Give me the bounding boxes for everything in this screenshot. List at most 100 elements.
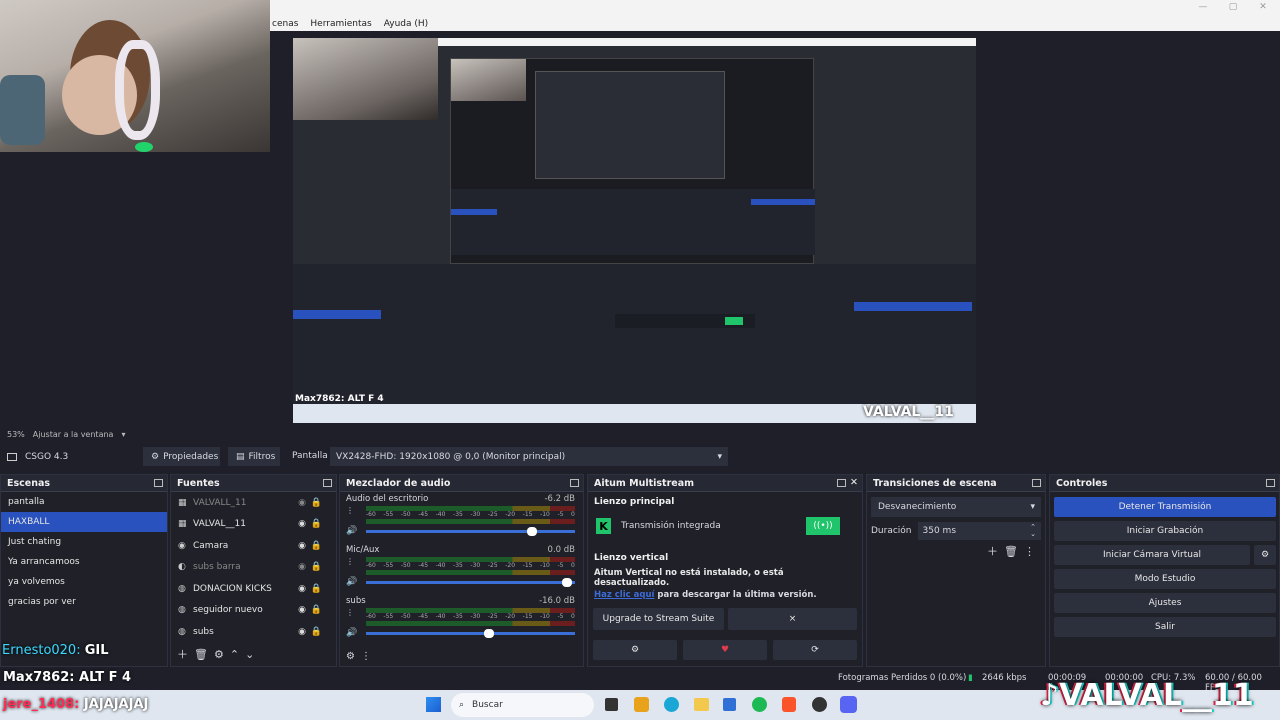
- studio-mode-button[interactable]: Modo Estudio: [1054, 569, 1276, 589]
- visibility-icon[interactable]: ◉: [298, 541, 306, 551]
- undock-icon[interactable]: [154, 479, 163, 487]
- volume-slider[interactable]: [366, 526, 575, 536]
- filters-label: Filtros: [248, 451, 276, 462]
- volume-slider[interactable]: [366, 577, 575, 587]
- speaker-icon[interactable]: 🔊: [346, 526, 358, 536]
- edge-icon[interactable]: [664, 697, 679, 712]
- more-icon[interactable]: ⋮: [346, 608, 358, 617]
- donate-button[interactable]: ♥: [683, 640, 767, 660]
- visibility-icon[interactable]: ◉: [298, 562, 306, 572]
- speaker-icon[interactable]: 🔊: [346, 628, 358, 638]
- trash-icon[interactable]: 🗑: [194, 648, 208, 661]
- copilot-icon[interactable]: [634, 697, 649, 712]
- volume-slider-knob[interactable]: [527, 526, 537, 536]
- refresh-button[interactable]: ⟳: [773, 640, 857, 660]
- exit-button[interactable]: Salir: [1054, 617, 1276, 637]
- arrow-up-icon[interactable]: ⌃: [230, 648, 239, 661]
- visibility-icon[interactable]: ◉: [298, 605, 306, 615]
- close-window-icon[interactable]: ✕: [1256, 2, 1270, 12]
- dismiss-button[interactable]: ×: [728, 608, 857, 630]
- source-item[interactable]: ▦ VALVAL__11 ◉ 🔒: [171, 514, 336, 536]
- minimize-icon[interactable]: —: [1196, 2, 1210, 12]
- volume-slider-knob[interactable]: [484, 628, 494, 638]
- mixer-channel: subs -16.0 dB ⋮ -60 -55 -50 -45 -40 -35 -30 -25 -20…: [340, 594, 583, 645]
- scene-item-selected[interactable]: HAXBALL: [1, 512, 167, 532]
- taskbar-search[interactable]: ⌕ Buscar: [451, 693, 594, 717]
- source-item[interactable]: ◉ Camara ◉ 🔒: [171, 535, 336, 557]
- store-icon[interactable]: [723, 698, 736, 711]
- settings-button[interactable]: ⚙: [593, 640, 677, 660]
- lock-icon[interactable]: 🔒: [311, 519, 322, 529]
- menu-scenes[interactable]: cenas: [272, 19, 298, 29]
- meter-tick: -45: [418, 613, 429, 620]
- windows-start-icon[interactable]: [426, 697, 441, 712]
- lock-icon[interactable]: 🔒: [311, 562, 322, 572]
- settings-button[interactable]: Ajustes: [1054, 593, 1276, 613]
- scene-item[interactable]: ya volvemos: [1, 572, 167, 592]
- obs-icon[interactable]: [812, 697, 827, 712]
- more-icon[interactable]: ⋮: [346, 557, 358, 566]
- scene-item[interactable]: Ya arrancamoos: [1, 552, 167, 572]
- duration-input[interactable]: 350 ms ⌃ ⌄: [917, 522, 1041, 540]
- visibility-icon[interactable]: ◉: [298, 627, 306, 637]
- lock-icon[interactable]: 🔒: [311, 605, 322, 615]
- menu-tools[interactable]: Herramientas: [310, 19, 371, 29]
- maximize-icon[interactable]: ▢: [1226, 2, 1240, 12]
- gear-icon[interactable]: ⚙: [214, 648, 224, 661]
- close-icon[interactable]: ✕: [850, 477, 858, 488]
- brave-icon[interactable]: [782, 697, 796, 712]
- task-view-icon[interactable]: [605, 698, 618, 711]
- menu-help[interactable]: Ayuda (H): [384, 19, 428, 29]
- undock-icon[interactable]: [570, 479, 579, 487]
- channel-header: subs -16.0 dB: [346, 596, 575, 606]
- speaker-icon[interactable]: 🔊: [346, 577, 358, 587]
- volume-slider[interactable]: [366, 628, 575, 638]
- spinner-icon[interactable]: ⌃ ⌄: [1030, 524, 1036, 538]
- start-recording-button[interactable]: Iniciar Grabación: [1054, 521, 1276, 541]
- source-item[interactable]: ◐ subs barra ◉ 🔒: [171, 557, 336, 579]
- visibility-icon[interactable]: ◉: [298, 498, 306, 508]
- arrow-down-icon[interactable]: ⌄: [245, 648, 254, 661]
- virtual-camera-settings-button[interactable]: ⚙: [1254, 545, 1276, 565]
- file-explorer-icon[interactable]: [694, 698, 709, 711]
- undock-icon[interactable]: [323, 479, 332, 487]
- visibility-icon[interactable]: ◉: [298, 584, 306, 594]
- virtual-camera-button[interactable]: Iniciar Cámara Virtual: [1054, 545, 1250, 565]
- properties-button[interactable]: ⚙ Propiedades: [143, 447, 220, 466]
- more-icon[interactable]: ⋮: [1024, 545, 1035, 558]
- lock-icon[interactable]: 🔒: [311, 498, 322, 508]
- scene-item[interactable]: gracias por ver: [1, 592, 167, 612]
- visibility-icon[interactable]: ◉: [298, 519, 306, 529]
- more-icon[interactable]: ⋮: [361, 651, 371, 662]
- lock-icon[interactable]: 🔒: [311, 627, 322, 637]
- gear-icon[interactable]: ⚙: [346, 651, 355, 662]
- scene-item[interactable]: Just chating: [1, 532, 167, 552]
- undock-icon[interactable]: [1032, 479, 1041, 487]
- add-icon[interactable]: ＋: [177, 646, 188, 662]
- program-preview[interactable]: Max7862: ALT F 4 VALVAL__11: [293, 38, 976, 423]
- trash-icon[interactable]: 🗑: [1004, 545, 1018, 558]
- monitor-select[interactable]: VX2428-FHD: 1920x1080 @ 0,0 (Monitor pri…: [330, 447, 728, 466]
- filters-button[interactable]: ▤ Filtros: [228, 447, 280, 466]
- live-toggle-icon[interactable]: ((•)): [806, 517, 840, 535]
- volume-slider-knob[interactable]: [562, 577, 572, 587]
- discord-icon[interactable]: [840, 696, 857, 713]
- source-item[interactable]: ◍ DONACION KICKS ◉ 🔒: [171, 578, 336, 600]
- spotify-icon[interactable]: [752, 697, 767, 712]
- source-item[interactable]: ◍ subs ◉ 🔒: [171, 621, 336, 643]
- source-item[interactable]: ◍ seguidor nuevo ◉ 🔒: [171, 600, 336, 622]
- lock-icon[interactable]: 🔒: [311, 584, 322, 594]
- undock-icon[interactable]: [1266, 479, 1275, 487]
- lock-icon[interactable]: 🔒: [311, 541, 322, 551]
- undock-icon[interactable]: [837, 479, 846, 487]
- scene-item[interactable]: pantalla: [1, 492, 167, 512]
- add-icon[interactable]: ＋: [987, 543, 998, 559]
- more-icon[interactable]: ⋮: [346, 506, 358, 515]
- fit-window-select[interactable]: Ajustar a la ventana: [33, 430, 114, 439]
- upgrade-button[interactable]: Upgrade to Stream Suite: [593, 608, 724, 630]
- transition-select[interactable]: Desvanecimiento ▾: [871, 497, 1041, 517]
- stop-stream-button[interactable]: Detener Transmisión: [1054, 497, 1276, 517]
- source-item[interactable]: ▦ VALVALL_11 ◉ 🔒: [171, 492, 336, 514]
- chevron-down-icon[interactable]: ▾: [121, 430, 125, 439]
- download-link[interactable]: Haz clic aquí: [594, 590, 654, 600]
